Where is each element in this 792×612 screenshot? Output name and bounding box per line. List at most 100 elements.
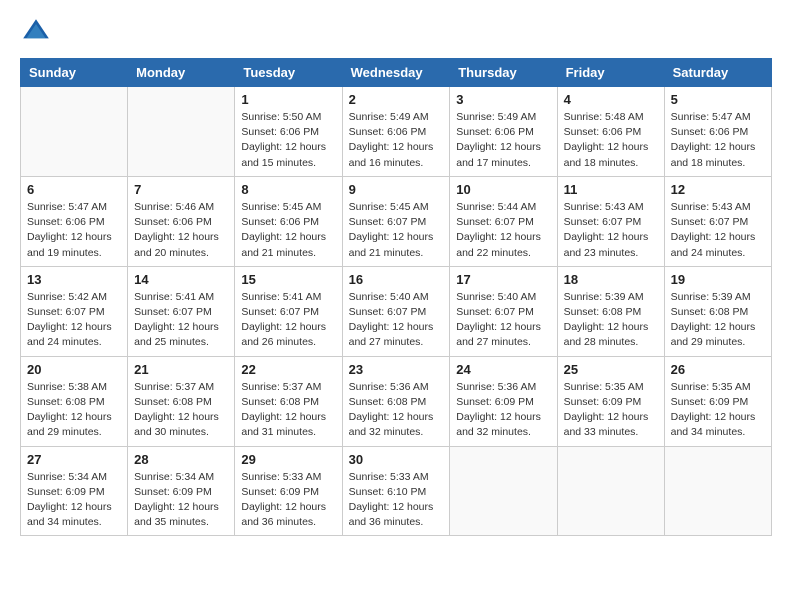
calendar-cell: 28 Sunrise: 5:34 AMSunset: 6:09 PMDayligh… xyxy=(128,446,235,536)
day-number: 16 xyxy=(349,272,444,287)
calendar-cell xyxy=(664,446,771,536)
calendar-cell: 5 Sunrise: 5:47 AMSunset: 6:06 PMDaylight… xyxy=(664,87,771,177)
day-number: 14 xyxy=(134,272,228,287)
calendar-cell: 27Sunrise: 5:34 AMSunset: 6:09 PMDayligh… xyxy=(21,446,128,536)
calendar-cell: 13 Sunrise: 5:42 AMSunset: 6:07 PMDayligh… xyxy=(21,266,128,356)
day-detail: Sunrise: 5:46 AMSunset: 6:06 PMDaylight:… xyxy=(134,200,228,261)
day-detail: Sunrise: 5:42 AMSunset: 6:07 PMDaylight:… xyxy=(27,290,121,351)
day-number: 7 xyxy=(134,182,228,197)
day-number: 20 xyxy=(27,362,121,377)
day-detail: Sunrise: 5:45 AMSunset: 6:06 PMDaylight:… xyxy=(241,200,335,261)
calendar-week-row: 6 Sunrise: 5:47 AMSunset: 6:06 PMDaylight… xyxy=(21,176,772,266)
header xyxy=(20,16,772,48)
calendar-cell: 23 Sunrise: 5:36 AMSunset: 6:08 PMDayligh… xyxy=(342,356,450,446)
calendar-cell: 29Sunrise: 5:33 AMSunset: 6:09 PMDayligh… xyxy=(235,446,342,536)
day-detail: Sunrise: 5:49 AMSunset: 6:06 PMDaylight:… xyxy=(349,110,444,171)
day-detail: Sunrise: 5:47 AMSunset: 6:06 PMDaylight:… xyxy=(27,200,121,261)
day-number: 24 xyxy=(456,362,550,377)
calendar-cell: 25Sunrise: 5:35 AMSunset: 6:09 PMDayligh… xyxy=(557,356,664,446)
day-number: 17 xyxy=(456,272,550,287)
calendar-cell xyxy=(21,87,128,177)
calendar-cell xyxy=(128,87,235,177)
calendar-cell: 19 Sunrise: 5:39 AMSunset: 6:08 PMDayligh… xyxy=(664,266,771,356)
day-detail: Sunrise: 5:49 AMSunset: 6:06 PMDaylight:… xyxy=(456,110,550,171)
day-detail: Sunrise: 5:48 AMSunset: 6:06 PMDaylight:… xyxy=(564,110,658,171)
day-number: 23 xyxy=(349,362,444,377)
day-number: 18 xyxy=(564,272,658,287)
day-number: 15 xyxy=(241,272,335,287)
day-number: 22 xyxy=(241,362,335,377)
day-header-saturday: Saturday xyxy=(664,59,771,87)
calendar-cell: 2 Sunrise: 5:49 AMSunset: 6:06 PMDaylight… xyxy=(342,87,450,177)
day-header-wednesday: Wednesday xyxy=(342,59,450,87)
page-container: SundayMondayTuesdayWednesdayThursdayFrid… xyxy=(0,0,792,552)
calendar-cell: 7 Sunrise: 5:46 AMSunset: 6:06 PMDaylight… xyxy=(128,176,235,266)
day-detail: Sunrise: 5:39 AMSunset: 6:08 PMDaylight:… xyxy=(564,290,658,351)
day-detail: Sunrise: 5:40 AMSunset: 6:07 PMDaylight:… xyxy=(349,290,444,351)
day-number: 25 xyxy=(564,362,658,377)
day-detail: Sunrise: 5:38 AMSunset: 6:08 PMDaylight:… xyxy=(27,380,121,441)
logo xyxy=(20,16,56,48)
day-detail: Sunrise: 5:37 AMSunset: 6:08 PMDaylight:… xyxy=(241,380,335,441)
logo-icon xyxy=(20,16,52,48)
day-detail: Sunrise: 5:41 AMSunset: 6:07 PMDaylight:… xyxy=(134,290,228,351)
calendar-cell: 16 Sunrise: 5:40 AMSunset: 6:07 PMDayligh… xyxy=(342,266,450,356)
day-detail: Sunrise: 5:33 AMSunset: 6:10 PMDaylight:… xyxy=(349,470,444,531)
day-detail: Sunrise: 5:36 AMSunset: 6:09 PMDaylight:… xyxy=(456,380,550,441)
calendar-cell xyxy=(557,446,664,536)
day-number: 5 xyxy=(671,92,765,107)
day-detail: Sunrise: 5:33 AMSunset: 6:09 PMDaylight:… xyxy=(241,470,335,531)
day-number: 13 xyxy=(27,272,121,287)
calendar-week-row: 27Sunrise: 5:34 AMSunset: 6:09 PMDayligh… xyxy=(21,446,772,536)
calendar-week-row: 20 Sunrise: 5:38 AMSunset: 6:08 PMDayligh… xyxy=(21,356,772,446)
calendar-cell: 17Sunrise: 5:40 AMSunset: 6:07 PMDayligh… xyxy=(450,266,557,356)
day-number: 12 xyxy=(671,182,765,197)
day-detail: Sunrise: 5:44 AMSunset: 6:07 PMDaylight:… xyxy=(456,200,550,261)
calendar-cell: 10 Sunrise: 5:44 AMSunset: 6:07 PMDayligh… xyxy=(450,176,557,266)
calendar-cell: 9Sunrise: 5:45 AMSunset: 6:07 PMDaylight… xyxy=(342,176,450,266)
day-number: 3 xyxy=(456,92,550,107)
day-detail: Sunrise: 5:34 AMSunset: 6:09 PMDaylight:… xyxy=(134,470,228,531)
calendar-cell: 3 Sunrise: 5:49 AMSunset: 6:06 PMDaylight… xyxy=(450,87,557,177)
calendar-cell: 15 Sunrise: 5:41 AMSunset: 6:07 PMDayligh… xyxy=(235,266,342,356)
calendar-cell: 26Sunrise: 5:35 AMSunset: 6:09 PMDayligh… xyxy=(664,356,771,446)
day-detail: Sunrise: 5:37 AMSunset: 6:08 PMDaylight:… xyxy=(134,380,228,441)
day-detail: Sunrise: 5:50 AMSunset: 6:06 PMDaylight:… xyxy=(241,110,335,171)
calendar-week-row: 1 Sunrise: 5:50 AMSunset: 6:06 PMDaylight… xyxy=(21,87,772,177)
day-detail: Sunrise: 5:34 AMSunset: 6:09 PMDaylight:… xyxy=(27,470,121,531)
day-number: 1 xyxy=(241,92,335,107)
day-detail: Sunrise: 5:41 AMSunset: 6:07 PMDaylight:… xyxy=(241,290,335,351)
calendar-cell: 1 Sunrise: 5:50 AMSunset: 6:06 PMDaylight… xyxy=(235,87,342,177)
day-number: 19 xyxy=(671,272,765,287)
day-header-thursday: Thursday xyxy=(450,59,557,87)
day-header-friday: Friday xyxy=(557,59,664,87)
calendar-cell: 14 Sunrise: 5:41 AMSunset: 6:07 PMDayligh… xyxy=(128,266,235,356)
calendar-header-row: SundayMondayTuesdayWednesdayThursdayFrid… xyxy=(21,59,772,87)
day-number: 8 xyxy=(241,182,335,197)
day-number: 6 xyxy=(27,182,121,197)
calendar-cell: 11 Sunrise: 5:43 AMSunset: 6:07 PMDayligh… xyxy=(557,176,664,266)
calendar-cell: 4 Sunrise: 5:48 AMSunset: 6:06 PMDaylight… xyxy=(557,87,664,177)
day-number: 10 xyxy=(456,182,550,197)
day-header-tuesday: Tuesday xyxy=(235,59,342,87)
day-number: 28 xyxy=(134,452,228,467)
day-detail: Sunrise: 5:47 AMSunset: 6:06 PMDaylight:… xyxy=(671,110,765,171)
day-detail: Sunrise: 5:43 AMSunset: 6:07 PMDaylight:… xyxy=(564,200,658,261)
calendar-cell: 18 Sunrise: 5:39 AMSunset: 6:08 PMDayligh… xyxy=(557,266,664,356)
calendar-week-row: 13 Sunrise: 5:42 AMSunset: 6:07 PMDayligh… xyxy=(21,266,772,356)
calendar-cell xyxy=(450,446,557,536)
calendar-cell: 12 Sunrise: 5:43 AMSunset: 6:07 PMDayligh… xyxy=(664,176,771,266)
day-number: 11 xyxy=(564,182,658,197)
day-detail: Sunrise: 5:36 AMSunset: 6:08 PMDaylight:… xyxy=(349,380,444,441)
day-number: 2 xyxy=(349,92,444,107)
day-detail: Sunrise: 5:43 AMSunset: 6:07 PMDaylight:… xyxy=(671,200,765,261)
calendar-cell: 20 Sunrise: 5:38 AMSunset: 6:08 PMDayligh… xyxy=(21,356,128,446)
day-detail: Sunrise: 5:39 AMSunset: 6:08 PMDaylight:… xyxy=(671,290,765,351)
calendar-cell: 8 Sunrise: 5:45 AMSunset: 6:06 PMDaylight… xyxy=(235,176,342,266)
day-number: 4 xyxy=(564,92,658,107)
day-header-sunday: Sunday xyxy=(21,59,128,87)
day-number: 9 xyxy=(349,182,444,197)
day-number: 26 xyxy=(671,362,765,377)
calendar-cell: 6 Sunrise: 5:47 AMSunset: 6:06 PMDaylight… xyxy=(21,176,128,266)
day-number: 30 xyxy=(349,452,444,467)
